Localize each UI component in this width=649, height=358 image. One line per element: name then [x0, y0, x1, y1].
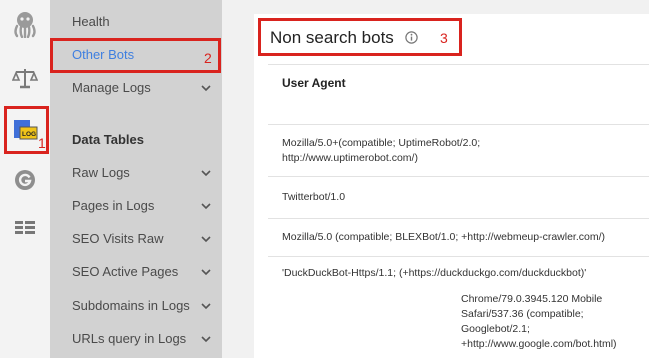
user-agent-text: Chrome/79.0.3945.120 Mobile [461, 293, 603, 305]
google-icon[interactable] [5, 160, 45, 200]
user-agent-text: 'DuckDuckBot-Https/1.1; (+https://duckdu… [282, 267, 587, 279]
chevron-down-icon [199, 229, 213, 249]
nav-item-label: Pages in Logs [72, 198, 155, 213]
nav-item-urls-query-in-logs[interactable]: URLs query in Logs [72, 329, 217, 349]
user-agent-text: +http://www.google.com/bot.html) [461, 338, 617, 350]
nav-item-label: SEO Active Pages [72, 264, 179, 279]
table-row: 'DuckDuckBot-Https/1.1; (+https://duckdu… [282, 266, 586, 281]
nav-item-health[interactable]: Health [72, 12, 217, 32]
other-bots-highlight-box [50, 38, 221, 73]
marker-3: 3 [440, 30, 448, 46]
chevron-down-icon [199, 78, 213, 98]
icon-rail: LOG 1 [0, 0, 50, 358]
nav-item-label: URLs query in Logs [72, 331, 187, 346]
nav-item-label: Health [72, 14, 110, 29]
user-agent-text: Safari/537.36 (compatible; [461, 308, 584, 320]
nav-item-label: Manage Logs [72, 80, 151, 95]
table-row: Mozilla/5.0+(compatible; UptimeRobot/2.0… [282, 136, 480, 166]
nav-item-seo-active-pages[interactable]: SEO Active Pages [72, 262, 217, 282]
user-agent-text: Mozilla/5.0+(compatible; UptimeRobot/2.0… [282, 137, 481, 149]
nav-item-subdomains-in-logs[interactable]: Subdomains in Logs [72, 296, 217, 316]
user-agent-text: Mozilla/5.0 (compatible; BLEXBot/1.0; +h… [282, 231, 606, 243]
chevron-down-icon [199, 196, 213, 216]
scales-icon[interactable] [5, 58, 45, 98]
marker-1: 1 [38, 135, 46, 151]
column-header-user-agent[interactable]: User Agent [282, 76, 346, 90]
title-highlight-box [258, 18, 462, 56]
data-table-icon[interactable] [5, 208, 45, 248]
nav-item-label: Raw Logs [72, 165, 130, 180]
user-agent-text: Twitterbot/1.0 [282, 191, 346, 203]
user-agent-text: http://www.uptimerobot.com/) [282, 152, 418, 164]
chevron-down-icon [199, 329, 213, 349]
chevron-down-icon [199, 163, 213, 183]
row-divider [268, 124, 649, 125]
nav-item-manage-logs[interactable]: Manage Logs [72, 78, 217, 98]
nav-item-label: SEO Visits Raw [72, 231, 164, 246]
table-row: Twitterbot/1.0 [282, 190, 345, 205]
row-divider [268, 256, 649, 257]
nav-item-seo-visits-raw[interactable]: SEO Visits Raw [72, 229, 217, 249]
marker-2: 2 [204, 50, 212, 66]
row-divider [268, 218, 649, 219]
header-divider [268, 64, 649, 65]
nav-item-raw-logs[interactable]: Raw Logs [72, 163, 217, 183]
nav-item-label: Subdomains in Logs [72, 298, 190, 313]
data-tables-heading: Data Tables [72, 132, 145, 147]
table-row: Chrome/79.0.3945.120 Mobile Safari/537.3… [461, 292, 617, 352]
nav-item-pages-in-logs[interactable]: Pages in Logs [72, 196, 217, 216]
user-agent-text: Googlebot/2.1; [461, 323, 530, 335]
row-divider [268, 176, 649, 177]
chevron-down-icon [199, 296, 213, 316]
octopus-icon[interactable] [5, 4, 45, 44]
table-row: Mozilla/5.0 (compatible; BLEXBot/1.0; +h… [282, 230, 605, 245]
chevron-down-icon [199, 262, 213, 282]
